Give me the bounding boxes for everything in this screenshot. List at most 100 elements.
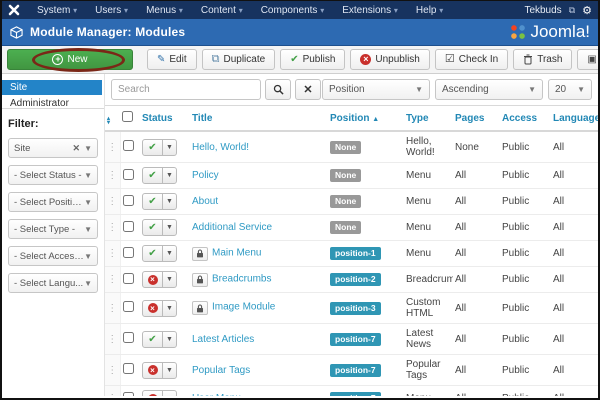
duplicate-button[interactable]: ⧉ Duplicate bbox=[201, 49, 276, 70]
drag-handle[interactable]: ⋮ bbox=[105, 214, 121, 241]
column-header-title[interactable]: Title bbox=[190, 106, 328, 132]
module-title-link[interactable]: Additional Service bbox=[192, 222, 272, 233]
batch-button[interactable]: ▣Batch bbox=[577, 49, 598, 70]
column-header-language[interactable]: Language bbox=[551, 106, 598, 132]
status-dropdown-button[interactable]: ▼ bbox=[163, 363, 176, 378]
menu-item-menus[interactable]: Menus ▾ bbox=[137, 5, 192, 16]
module-title-link[interactable]: Popular Tags bbox=[192, 365, 250, 376]
drag-handle[interactable]: ⋮ bbox=[105, 323, 121, 355]
status-toggle-button[interactable]: ✔ bbox=[143, 331, 163, 347]
filter-select-2[interactable]: - Select Position - ▼ bbox=[8, 192, 98, 212]
row-checkbox[interactable] bbox=[122, 140, 134, 151]
button-label: Unpublish bbox=[375, 54, 420, 65]
row-checkbox[interactable] bbox=[122, 363, 134, 374]
menu-item-extensions[interactable]: Extensions ▾ bbox=[333, 5, 407, 16]
drag-handle[interactable]: ⋮ bbox=[105, 240, 121, 267]
module-title-link[interactable]: User Menu bbox=[192, 393, 241, 396]
drag-handle[interactable]: ⋮ bbox=[105, 385, 121, 396]
module-title-link[interactable]: Main Menu bbox=[212, 247, 261, 258]
drag-handle[interactable]: ⋮ bbox=[105, 188, 121, 215]
filter-select-4[interactable]: - Select Access - ▼ bbox=[8, 246, 98, 266]
search-input[interactable] bbox=[111, 79, 261, 100]
row-checkbox[interactable] bbox=[122, 246, 134, 258]
status-dropdown-button[interactable]: ▼ bbox=[163, 391, 176, 396]
joomla-favicon-icon bbox=[8, 4, 20, 16]
status-toggle-button[interactable]: × bbox=[143, 391, 163, 396]
module-title-link[interactable]: Breadcrumbs bbox=[212, 273, 271, 284]
filter-select-5[interactable]: - Select Langu... ▼ bbox=[8, 273, 98, 293]
drag-handle[interactable]: ⋮ bbox=[105, 292, 121, 324]
row-checkbox[interactable] bbox=[122, 391, 134, 396]
trash-button[interactable]: Trash bbox=[513, 49, 573, 70]
status-dropdown-button[interactable]: ▼ bbox=[163, 332, 176, 347]
clear-search-button[interactable]: ✕ bbox=[295, 79, 321, 100]
check-in-button[interactable]: ☑ Check In bbox=[434, 49, 509, 70]
status-toggle-button[interactable]: ✔ bbox=[143, 168, 163, 183]
drag-handle[interactable]: ⋮ bbox=[105, 266, 121, 293]
module-title-link[interactable]: Hello, World! bbox=[192, 142, 249, 153]
status-toggle-button[interactable]: × bbox=[143, 272, 163, 287]
status-toggle-button[interactable]: × bbox=[143, 300, 163, 316]
status-dropdown-button[interactable]: ▼ bbox=[163, 194, 176, 209]
edit-button[interactable]: ✎ Edit bbox=[147, 49, 197, 70]
drag-handle[interactable]: ⋮ bbox=[105, 131, 121, 163]
column-header-type[interactable]: Type bbox=[404, 106, 453, 132]
status-toggle-button[interactable]: ✔ bbox=[143, 220, 163, 235]
status-dropdown-button[interactable]: ▼ bbox=[163, 272, 176, 287]
search-row: ✕ Position▼ Ascending▼ 20▼ bbox=[105, 74, 598, 106]
checked-out-button[interactable] bbox=[192, 246, 208, 261]
module-title-link[interactable]: About bbox=[192, 196, 218, 207]
status-dropdown-button[interactable]: ▼ bbox=[163, 220, 176, 235]
sidebar-item-site[interactable]: Site bbox=[2, 80, 102, 95]
status-dropdown-button[interactable]: ▼ bbox=[163, 301, 176, 316]
row-checkbox[interactable] bbox=[122, 168, 134, 180]
sort-handle-header[interactable]: ▴ ▾ bbox=[105, 106, 120, 132]
new-button[interactable]: + New bbox=[7, 49, 133, 70]
checked-out-button[interactable] bbox=[192, 301, 208, 315]
column-header-status[interactable]: Status bbox=[140, 106, 190, 132]
column-header-pages[interactable]: Pages bbox=[453, 106, 500, 132]
gear-icon[interactable]: ⚙ bbox=[582, 4, 592, 17]
order-by-select[interactable]: Position ▼ bbox=[322, 79, 430, 100]
title-cell: Breadcrumbs bbox=[190, 266, 328, 293]
direction-select[interactable]: Ascending ▼ bbox=[435, 79, 543, 100]
menu-item-content[interactable]: Content ▾ bbox=[192, 5, 252, 16]
drag-handle[interactable]: ⋮ bbox=[105, 162, 121, 189]
filter-select-1[interactable]: - Select Status - ▼ bbox=[8, 165, 98, 185]
menu-item-users[interactable]: Users ▾ bbox=[86, 5, 137, 16]
module-title-link[interactable]: Policy bbox=[192, 170, 219, 181]
drag-handle[interactable]: ⋮ bbox=[105, 354, 121, 386]
table-row: ⋮ × ▼ Image Module position-3 Custom HTML All P… bbox=[105, 292, 598, 324]
filter-select-3[interactable]: - Select Type - ▼ bbox=[8, 219, 98, 239]
row-checkbox[interactable] bbox=[122, 332, 134, 343]
row-checkbox[interactable] bbox=[122, 301, 134, 312]
row-checkbox[interactable] bbox=[122, 220, 134, 232]
search-button[interactable] bbox=[265, 79, 291, 100]
row-checkbox[interactable] bbox=[122, 194, 134, 206]
status-toggle-button[interactable]: ✔ bbox=[143, 194, 163, 209]
module-title-link[interactable]: Latest Articles bbox=[192, 334, 254, 345]
unpublish-button[interactable]: × Unpublish bbox=[350, 49, 430, 70]
row-checkbox[interactable] bbox=[122, 272, 134, 284]
filter-select-0[interactable]: Site ✕ ▼ bbox=[8, 138, 98, 158]
status-toggle-button[interactable]: ✔ bbox=[143, 139, 163, 155]
site-preview-link[interactable]: Tekbuds bbox=[524, 5, 561, 16]
checked-out-button[interactable] bbox=[192, 272, 208, 287]
status-dropdown-button[interactable]: ▼ bbox=[163, 140, 176, 155]
column-header-access[interactable]: Access bbox=[500, 106, 551, 132]
status-toggle-button[interactable]: ✔ bbox=[143, 246, 163, 261]
clear-filter-icon[interactable]: ✕ bbox=[73, 143, 81, 154]
status-dropdown-button[interactable]: ▼ bbox=[163, 168, 176, 183]
row-checkbox-cell bbox=[120, 266, 140, 293]
menu-item-components[interactable]: Components ▾ bbox=[252, 5, 334, 16]
column-header-position[interactable]: Position ▲ bbox=[328, 106, 404, 132]
limit-select[interactable]: 20 ▼ bbox=[548, 79, 592, 100]
menu-item-help[interactable]: Help ▾ bbox=[407, 5, 452, 16]
status-dropdown-button[interactable]: ▼ bbox=[163, 246, 176, 261]
publish-button[interactable]: ✔ Publish bbox=[280, 49, 346, 70]
select-all-checkbox[interactable] bbox=[122, 111, 133, 122]
module-title-link[interactable]: Image Module bbox=[212, 302, 275, 313]
position-cell: None bbox=[328, 188, 404, 215]
menu-item-system[interactable]: System ▾ bbox=[28, 5, 86, 16]
status-toggle-button[interactable]: × bbox=[143, 362, 163, 378]
